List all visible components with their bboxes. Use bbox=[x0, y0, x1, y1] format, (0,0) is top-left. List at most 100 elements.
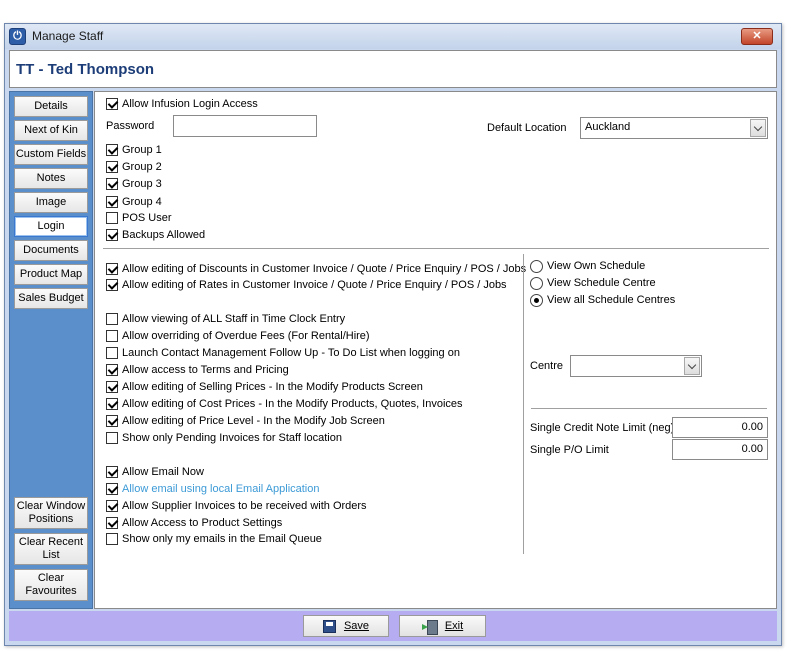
pos-user-checkbox[interactable]: POS User bbox=[106, 211, 172, 225]
allow-edit-rates-checkbox[interactable]: Allow editing of Rates in Customer Invoi… bbox=[106, 278, 507, 292]
footer-bar: Save Exit bbox=[9, 611, 777, 641]
checkbox-box[interactable] bbox=[106, 144, 118, 156]
sidebar-item-notes[interactable]: Notes bbox=[14, 168, 88, 189]
launch-follow-up-checkbox[interactable]: Launch Contact Management Follow Up - To… bbox=[106, 346, 460, 360]
checkbox-box[interactable] bbox=[106, 533, 118, 545]
checkbox-label: Allow Supplier Invoices to be received w… bbox=[122, 500, 367, 512]
allow-supplier-invoices-checkbox[interactable]: Allow Supplier Invoices to be received w… bbox=[106, 499, 367, 513]
checkbox-label: Allow editing of Rates in Customer Invoi… bbox=[122, 279, 507, 291]
checkbox-label: Group 1 bbox=[122, 144, 162, 156]
exit-icon bbox=[421, 619, 438, 635]
title-bar[interactable]: ⏻ Manage Staff ✕ bbox=[5, 24, 781, 49]
checkbox-box[interactable] bbox=[106, 313, 118, 325]
checkbox-box[interactable] bbox=[106, 229, 118, 241]
sidebar-item-documents[interactable]: Documents bbox=[14, 240, 88, 261]
clear-favourites-button[interactable]: Clear Favourites bbox=[14, 569, 88, 601]
checkbox-box[interactable] bbox=[106, 500, 118, 512]
sidebar-item-custom-fields[interactable]: Custom Fields bbox=[14, 144, 88, 165]
checkbox-label: POS User bbox=[122, 212, 172, 224]
checkbox-box[interactable] bbox=[106, 330, 118, 342]
checkbox-label: Allow Infusion Login Access bbox=[122, 98, 258, 110]
chevron-down-icon[interactable] bbox=[684, 357, 700, 375]
checkbox-box[interactable] bbox=[106, 466, 118, 478]
checkbox-box[interactable] bbox=[106, 517, 118, 529]
checkbox-label: Allow overriding of Overdue Fees (For Re… bbox=[122, 330, 370, 342]
save-button[interactable]: Save bbox=[303, 615, 389, 637]
checkbox-label: Group 3 bbox=[122, 178, 162, 190]
allow-view-all-staff-checkbox[interactable]: Allow viewing of ALL Staff in Time Clock… bbox=[106, 312, 345, 326]
sidebar-item-product-map[interactable]: Product Map bbox=[14, 264, 88, 285]
credit-note-limit-field[interactable]: 0.00 bbox=[672, 417, 768, 438]
checkbox-label: Group 4 bbox=[122, 196, 162, 208]
allow-product-settings-checkbox[interactable]: Allow Access to Product Settings bbox=[106, 516, 282, 530]
sidebar-item-sales-budget[interactable]: Sales Budget bbox=[14, 288, 88, 309]
allow-local-email-checkbox[interactable]: Allow email using local Email Applicatio… bbox=[106, 482, 319, 496]
sidebar-item-image[interactable]: Image bbox=[14, 192, 88, 213]
radio-button[interactable] bbox=[530, 276, 543, 290]
centre-select[interactable] bbox=[570, 355, 702, 377]
checkbox-label: Allow access to Terms and Pricing bbox=[122, 364, 289, 376]
checkbox-box[interactable] bbox=[106, 212, 118, 224]
checkbox-box[interactable] bbox=[106, 279, 118, 291]
allow-terms-pricing-checkbox[interactable]: Allow access to Terms and Pricing bbox=[106, 363, 289, 377]
radio-button[interactable] bbox=[530, 293, 543, 307]
checkbox-box[interactable] bbox=[106, 347, 118, 359]
checkbox-label: Backups Allowed bbox=[122, 229, 206, 241]
checkbox-label: Allow Access to Product Settings bbox=[122, 517, 283, 529]
password-field[interactable] bbox=[173, 115, 317, 137]
clear-window-positions-button[interactable]: Clear Window Positions bbox=[14, 497, 88, 529]
allow-login-checkbox[interactable]: Allow Infusion Login Access bbox=[106, 97, 258, 111]
save-label: Save bbox=[343, 620, 370, 632]
pending-invoices-checkbox[interactable]: Show only Pending Invoices for Staff loc… bbox=[106, 431, 342, 445]
radio-button[interactable] bbox=[530, 259, 543, 273]
checkbox-label: Allow editing of Cost Prices - In the Mo… bbox=[122, 398, 463, 410]
exit-button[interactable]: Exit bbox=[399, 615, 486, 637]
clear-recent-list-button[interactable]: Clear Recent List bbox=[14, 533, 88, 565]
radio-label: View all Schedule Centres bbox=[547, 294, 676, 306]
allow-edit-selling-prices-checkbox[interactable]: Allow editing of Selling Prices - In the… bbox=[106, 380, 423, 394]
group-1-checkbox[interactable]: Group 1 bbox=[106, 143, 162, 157]
view-all-schedule-centres-radio[interactable]: View all Schedule Centres bbox=[530, 293, 675, 307]
close-button[interactable]: ✕ bbox=[741, 28, 773, 45]
show-my-emails-checkbox[interactable]: Show only my emails in the Email Queue bbox=[106, 532, 322, 546]
checkbox-label: Group 2 bbox=[122, 161, 162, 173]
checkbox-box[interactable] bbox=[106, 98, 118, 110]
allow-edit-cost-prices-checkbox[interactable]: Allow editing of Cost Prices - In the Mo… bbox=[106, 397, 463, 411]
sidebar-item-login[interactable]: Login bbox=[14, 216, 88, 237]
checkbox-box[interactable] bbox=[106, 178, 118, 190]
checkbox-box[interactable] bbox=[106, 415, 118, 427]
exit-label: Exit bbox=[444, 620, 464, 632]
checkbox-label: Allow editing of Selling Prices - In the… bbox=[122, 381, 423, 393]
view-schedule-centre-radio[interactable]: View Schedule Centre bbox=[530, 276, 656, 290]
checkbox-box[interactable] bbox=[106, 263, 118, 275]
po-limit-field[interactable]: 0.00 bbox=[672, 439, 768, 460]
chevron-down-icon[interactable] bbox=[750, 119, 766, 137]
sidebar-item-details[interactable]: Details bbox=[14, 96, 88, 117]
allow-edit-discounts-checkbox[interactable]: Allow editing of Discounts in Customer I… bbox=[106, 262, 526, 276]
view-own-schedule-radio[interactable]: View Own Schedule bbox=[530, 259, 645, 273]
checkbox-box[interactable] bbox=[106, 196, 118, 208]
checkbox-box[interactable] bbox=[106, 364, 118, 376]
sidebar-item-next-of-kin[interactable]: Next of Kin bbox=[14, 120, 88, 141]
page-title: TT - Ted Thompson bbox=[16, 61, 155, 78]
credit-note-limit-label: Single Credit Note Limit (neg) bbox=[530, 422, 675, 434]
group-3-checkbox[interactable]: Group 3 bbox=[106, 177, 162, 191]
checkbox-label: Launch Contact Management Follow Up - To… bbox=[122, 347, 460, 359]
allow-override-fees-checkbox[interactable]: Allow overriding of Overdue Fees (For Re… bbox=[106, 329, 370, 343]
checkbox-box[interactable] bbox=[106, 398, 118, 410]
group-2-checkbox[interactable]: Group 2 bbox=[106, 160, 162, 174]
allow-email-now-checkbox[interactable]: Allow Email Now bbox=[106, 465, 204, 479]
group-4-checkbox[interactable]: Group 4 bbox=[106, 195, 162, 209]
save-icon bbox=[322, 619, 336, 633]
checkbox-box[interactable] bbox=[106, 381, 118, 393]
backups-allowed-checkbox[interactable]: Backups Allowed bbox=[106, 228, 205, 242]
checkbox-box[interactable] bbox=[106, 483, 118, 495]
default-location-select[interactable]: Auckland bbox=[580, 117, 768, 139]
radio-label: View Own Schedule bbox=[547, 260, 646, 272]
checkbox-box[interactable] bbox=[106, 161, 118, 173]
column-divider bbox=[523, 254, 524, 554]
checkbox-label: Show only my emails in the Email Queue bbox=[122, 533, 322, 545]
checkbox-box[interactable] bbox=[106, 432, 118, 444]
allow-edit-price-level-checkbox[interactable]: Allow editing of Price Level - In the Mo… bbox=[106, 414, 385, 428]
checkbox-label: Allow editing of Price Level - In the Mo… bbox=[122, 415, 385, 427]
